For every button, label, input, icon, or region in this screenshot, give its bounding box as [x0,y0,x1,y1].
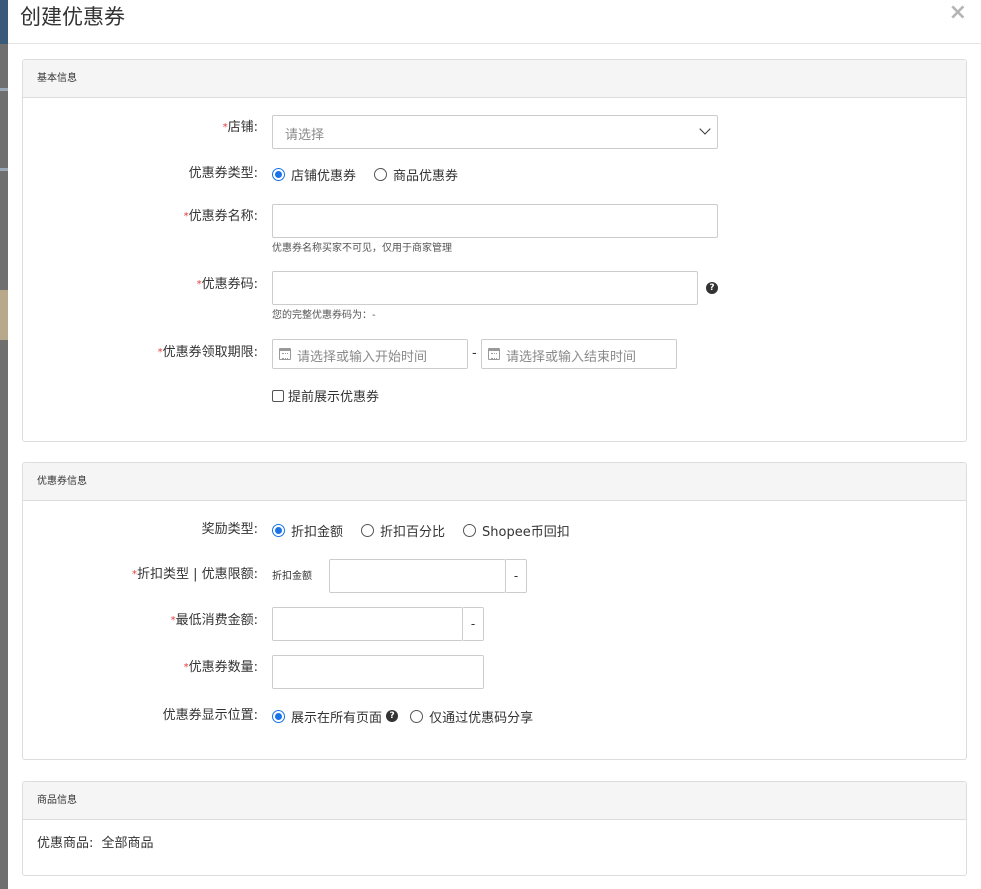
radio-button[interactable] [361,523,375,537]
coupon-code-input[interactable] [272,271,698,305]
period-label: *优惠券领取期限: [157,345,258,360]
radio-button-selected[interactable] [272,523,285,537]
reward-type-label: 奖励类型: [201,522,258,537]
discount-amount-input[interactable] [329,559,506,593]
radio-button[interactable] [463,523,477,537]
modal-title: 创建优惠券 [20,5,125,29]
store-label: *店铺: [222,120,258,135]
product-scope-label: 优惠商品: [37,836,94,851]
backdrop-edge [0,0,8,889]
min-spend-addon: - [463,607,484,641]
product-info-panel: 商品信息 优惠商品: 全部商品 [22,781,967,876]
calendar-icon [279,348,291,360]
basic-info-panel: 基本信息 *店铺: 请选择 优惠券类型: 店铺优惠券 商品优惠券 *优惠券名称:… [22,59,967,442]
product-scope-value: 全部商品 [101,836,154,851]
coupon-name-label: *优惠券名称: [183,209,258,224]
display-position-radio-group: 展示在所有页面 ? 仅通过优惠码分享 [272,706,551,726]
coupon-code-label: *优惠券码: [196,277,258,292]
backdrop-line [0,168,8,171]
panel-heading-product-info: 商品信息 [23,782,966,820]
create-coupon-modal: 创建优惠券 × 基本信息 *店铺: 请选择 优惠券类型: 店铺优惠券 商品优惠券… [8,0,981,889]
coupon-name-help: 优惠券名称买家不可见，仅用于商家管理 [272,243,452,254]
checkbox[interactable] [272,389,284,402]
coupon-name-input[interactable] [272,204,718,238]
quantity-input[interactable] [272,655,484,689]
close-icon[interactable]: × [949,2,967,24]
discount-amount-addon: - [506,559,527,593]
end-date-placeholder: 请选择或输入结束时间 [506,350,637,365]
reward-type-radio-group: 折扣金额 折扣百分比 Shopee币回扣 [272,520,588,540]
panel-heading-basic: 基本信息 [23,60,966,98]
early-display-label: 提前展示优惠券 [288,390,380,405]
backdrop-header-strip [0,0,8,44]
radio-show-all-pages[interactable]: 展示在所有页面 ? [272,707,399,726]
coupon-type-label: 优惠券类型: [188,166,258,181]
product-scope-row: 优惠商品: 全部商品 [37,834,154,854]
backdrop-line [0,88,8,91]
radio-product-coupon[interactable]: 商品优惠券 [374,165,458,184]
start-date-placeholder: 请选择或输入开始时间 [297,350,428,365]
radio-button[interactable] [410,709,424,723]
quantity-label: *优惠券数量: [183,660,258,675]
calendar-icon [488,348,500,360]
question-circle-icon[interactable]: ? [386,710,399,722]
display-position-label: 优惠券显示位置: [162,708,258,723]
radio-store-coupon[interactable]: 店铺优惠券 [272,165,356,184]
store-select-placeholder: 请选择 [285,128,325,143]
radio-button-selected[interactable] [272,167,285,181]
radio-share-via-code[interactable]: 仅通过优惠码分享 [410,707,533,726]
coupon-info-panel: 优惠券信息 奖励类型: 折扣金额 折扣百分比 Shopee币回扣 *折扣类型 |… [22,462,967,760]
chevron-down-icon [699,123,711,135]
date-separator: - [472,346,477,361]
radio-button-selected[interactable] [272,709,285,723]
radio-button[interactable] [374,167,388,181]
early-display-checkbox[interactable]: 提前展示优惠券 [272,386,379,405]
radio-shopee-coin-cashback[interactable]: Shopee币回扣 [463,521,570,540]
discount-type-prefix: 折扣金额 [272,571,312,582]
min-spend-label: *最低消费金额: [170,613,258,628]
coupon-code-help: 您的完整优惠券码为：- [272,310,376,321]
radio-discount-amount[interactable]: 折扣金额 [272,521,343,540]
question-circle-icon[interactable]: ? [706,282,718,294]
panel-heading-coupon-info: 优惠券信息 [23,463,966,501]
store-select[interactable]: 请选择 [272,115,718,149]
start-date-input[interactable]: 请选择或输入开始时间 [272,339,468,369]
backdrop-highlight [0,290,8,340]
min-spend-input[interactable] [272,607,463,641]
discount-limit-label: *折扣类型 | 优惠限额: [131,567,258,582]
end-date-input[interactable]: 请选择或输入结束时间 [481,339,677,369]
radio-discount-percent[interactable]: 折扣百分比 [361,521,445,540]
coupon-type-radio-group: 店铺优惠券 商品优惠券 [272,164,476,184]
modal-header: 创建优惠券 × [8,0,981,44]
